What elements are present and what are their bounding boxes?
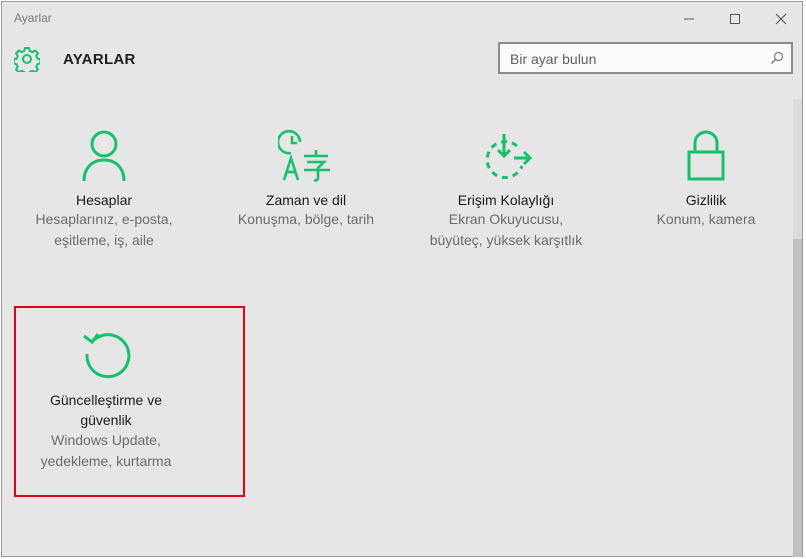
tile-time-language-title: Zaman ve dil (265, 192, 347, 208)
page-title: AYARLAR (63, 51, 136, 68)
tile-ease-of-access-desc-line1: Ekran Okuyucusu, (448, 211, 564, 227)
tile-privacy-desc: Konum, kamera (656, 211, 756, 227)
close-button[interactable] (758, 2, 804, 35)
maximize-icon (730, 14, 740, 24)
maximize-button[interactable] (712, 2, 758, 35)
tile-time-language-desc: Konuşma, bölge, tarih (237, 211, 375, 227)
minimize-button[interactable] (666, 2, 712, 35)
header: AYARLAR Bir ayar bulun (2, 35, 802, 85)
tile-accounts-title: Hesaplar (75, 192, 133, 208)
window-title: Ayarlar (14, 11, 52, 25)
tile-ease-of-access-title: Erişim Kolaylığı (457, 192, 555, 208)
tile-ease-of-access-desc-line2: büyüteç, yüksek karşıtlık (429, 232, 583, 248)
search-icon[interactable] (770, 51, 784, 65)
close-icon (775, 13, 787, 25)
tile-privacy[interactable]: Gizlilik Konum, kamera (616, 128, 796, 238)
title-bar: Ayarlar (2, 2, 802, 35)
lock-icon (687, 130, 725, 181)
tile-privacy-title: Gizlilik (685, 192, 727, 208)
tile-time-language[interactable]: Zaman ve dil Konuşma, bölge, tarih (216, 128, 396, 238)
tile-accounts-desc-line1: Hesaplarınız, e-posta, (35, 211, 173, 227)
time-language-icon (278, 130, 330, 182)
gear-icon (14, 47, 40, 72)
minimize-icon (684, 18, 694, 20)
tile-ease-of-access[interactable]: Erişim Kolaylığı Ekran Okuyucusu, büyüte… (406, 128, 606, 258)
person-icon (82, 130, 126, 182)
scrollbar-thumb[interactable] (793, 239, 802, 557)
tile-accounts[interactable]: Hesaplar Hesaplarınız, e-posta, eşitleme… (14, 128, 194, 258)
highlight-box (14, 306, 245, 497)
ease-of-access-icon (485, 134, 532, 180)
search-placeholder: Bir ayar bulun (510, 51, 597, 67)
tile-accounts-desc-line2: eşitleme, iş, aile (54, 232, 154, 248)
search-input[interactable]: Bir ayar bulun (498, 42, 793, 74)
